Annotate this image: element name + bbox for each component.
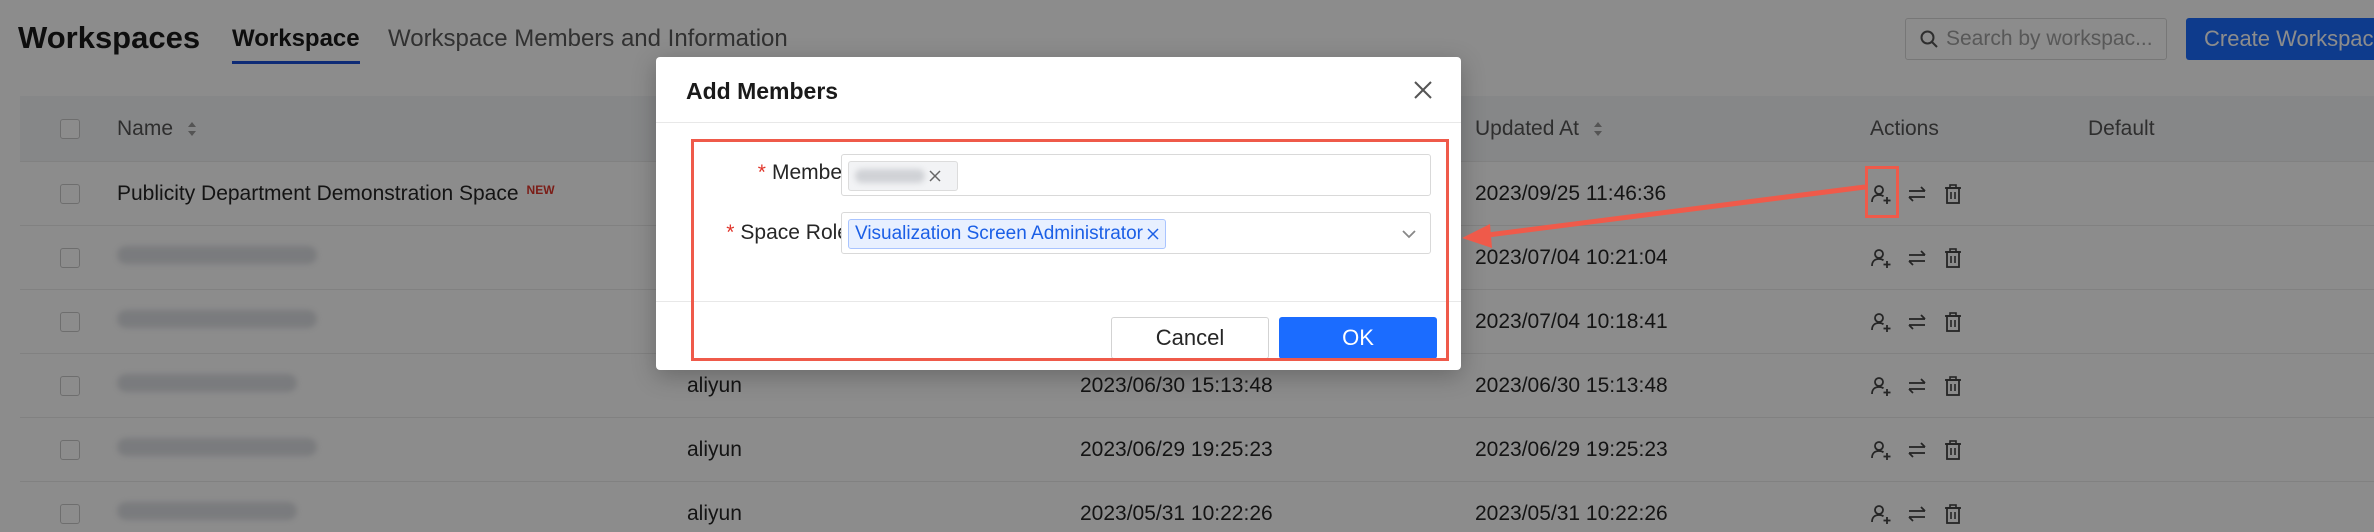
annotation-arrow: [1462, 184, 1866, 248]
